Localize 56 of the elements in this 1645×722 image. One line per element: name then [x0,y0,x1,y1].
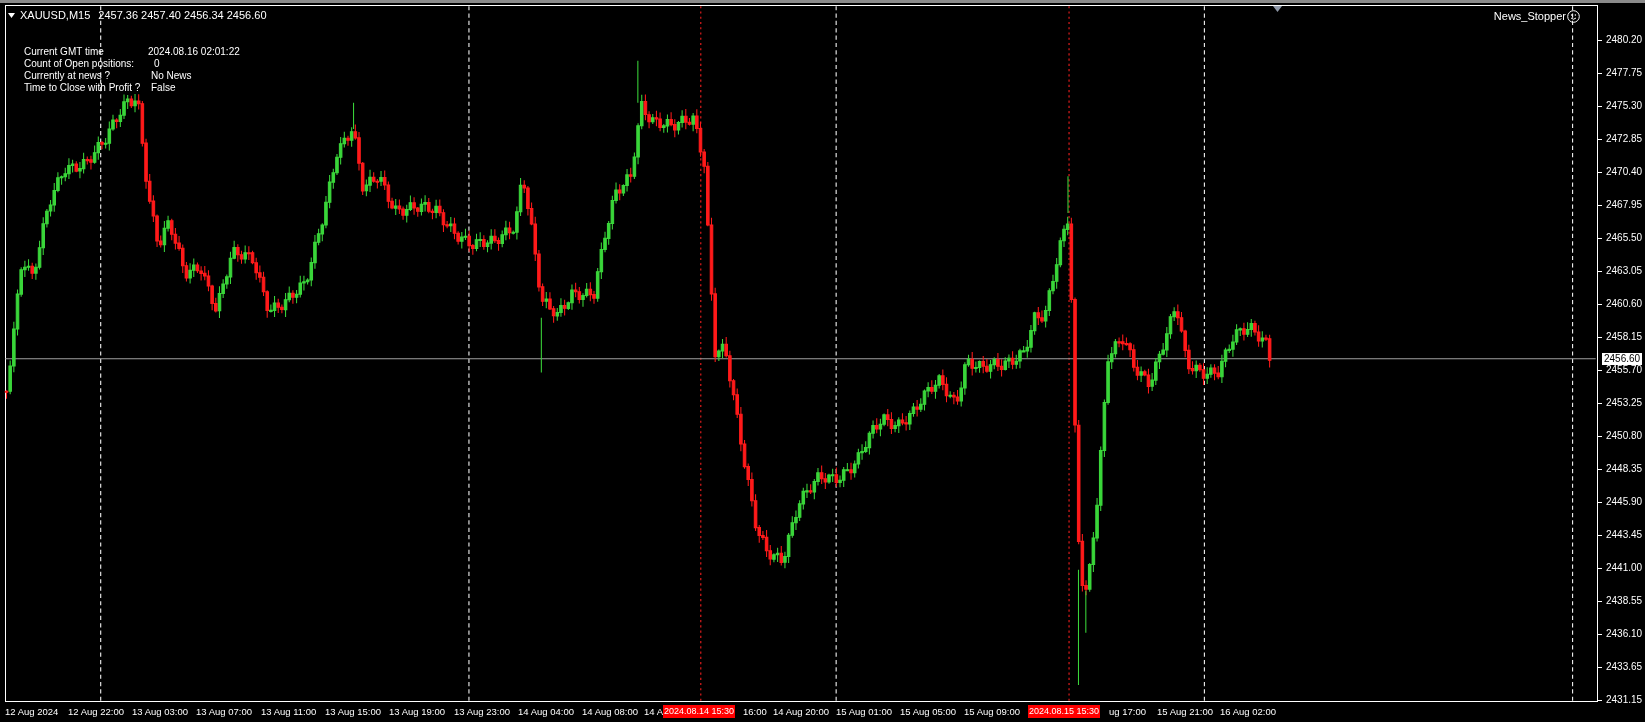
info-value: 0 [154,58,160,70]
info-value: No News [151,70,192,82]
time-axis-label: 15 Aug 09:00 [964,705,1020,718]
time-axis-label: 13 Aug 07:00 [196,705,252,718]
price-axis-label: 2460.60 [1606,298,1643,310]
time-axis-label: 14 Aug 08:00 [582,705,638,718]
price-axis-label: 2453.25 [1606,397,1643,409]
time-axis-label: 16 Aug 02:00 [1220,705,1276,718]
time-axis-label: 13 Aug 11:00 [261,705,317,718]
price-axis-label: 2443.45 [1606,529,1643,541]
price-axis-label: 2470.40 [1606,166,1643,178]
news-time-label: 2024.08.15 15:30 [1028,705,1101,718]
time-axis-label: ug 17:00 [1109,705,1146,718]
collapse-caret-icon[interactable] [8,12,15,18]
time-axis-label: 15 Aug 01:00 [836,705,892,718]
info-label: Current GMT time [24,46,104,58]
price-axis-label: 2438.55 [1606,595,1643,607]
current-price-label: 2456.60 [1602,353,1643,365]
price-axis-label: 2448.35 [1606,463,1643,475]
price-axis-label: 2477.75 [1606,67,1643,79]
time-axis-label: 13 Aug 15:00 [325,705,381,718]
price-axis-label: 2436.10 [1606,628,1643,640]
price-axis-label: 2480.20 [1606,34,1643,46]
info-label: Time to Close with Profit ? [24,82,141,94]
news-time-label: 2024.08.14 15:30 [663,705,736,718]
price-axis-label: 2441.00 [1606,562,1643,574]
time-axis-label: 13 Aug 19:00 [389,705,445,718]
time-axis-label: 15 Aug 05:00 [900,705,956,718]
price-axis-label: 2463.05 [1606,265,1643,277]
price-axis-label: 2458.15 [1606,331,1643,343]
time-axis-label: 14 Aug 04:00 [518,705,574,718]
info-label: Count of Open positions: [24,58,135,70]
price-axis-label: 2455.70 [1606,364,1643,376]
indicator-name: News_Stopper [1493,9,1566,23]
info-value: 2024.08.16 02:01:22 [148,46,240,58]
price-axis-label: 2467.95 [1606,199,1643,211]
time-axis-label: 14 A [644,705,664,718]
time-axis-label: 13 Aug 03:00 [132,705,188,718]
price-axis-label: 2465.50 [1606,232,1643,244]
price-axis-label: 2472.85 [1606,133,1643,145]
price-axis-label: 2433.65 [1606,661,1643,673]
time-axis-label: 15 Aug 21:00 [1157,705,1213,718]
time-axis-label: 12 Aug 22:00 [68,705,124,718]
time-axis-label: 12 Aug 2024 [5,705,59,718]
ohlc-values: 2457.36 2457.40 2456.34 2456.60 [98,8,267,22]
time-axis-label: 14 Aug 20:00 [773,705,829,718]
price-axis-label: 2450.80 [1606,430,1643,442]
info-value: False [151,82,176,94]
price-axis-label: 2475.30 [1606,100,1643,112]
time-axis-label: 13 Aug 23:00 [454,705,510,718]
price-axis-label: 2445.90 [1606,496,1643,508]
chart-shift-marker-icon[interactable] [1273,6,1282,12]
symbol-label: XAUUSD,M15 [20,8,91,22]
price-axis-label: 2431.15 [1606,694,1643,706]
info-label: Currently at news ? [24,70,111,82]
time-axis-label: 16:00 [743,705,767,718]
